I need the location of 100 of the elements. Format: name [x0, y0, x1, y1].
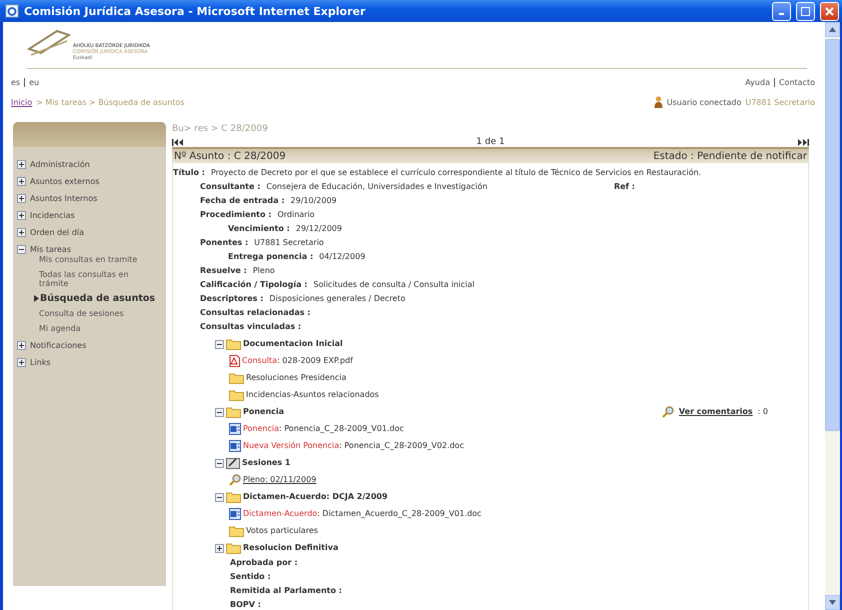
field-label: Sentido :	[230, 572, 271, 582]
breadcrumb-home-link[interactable]: Inicio	[11, 98, 32, 106]
word-document-icon	[229, 508, 241, 520]
folder-label[interactable]: Dictamen-Acuerdo: DCJA 2/2009	[243, 491, 388, 503]
sidebar-item[interactable]: Asuntos Internos	[30, 194, 98, 203]
folder-icon	[229, 372, 244, 384]
expand-icon[interactable]	[17, 341, 26, 350]
comments-count: : 0	[758, 406, 768, 418]
sidebar-subitem[interactable]: Búsqueda de asuntos	[40, 294, 156, 303]
field-value: 29/12/2009	[296, 224, 342, 234]
folder-label[interactable]: Sesiones 1	[242, 457, 290, 469]
first-page-icon[interactable]	[172, 138, 184, 146]
field-label: Consultas relacionadas :	[200, 308, 310, 318]
user-label: Usuario conectado	[666, 98, 742, 106]
sidebar-item[interactable]: Notificaciones	[30, 341, 86, 350]
file-link[interactable]: Ponencia: Ponencia_C_28-2009_V01.doc	[243, 423, 404, 435]
field-value: 29/10/2009	[290, 196, 337, 206]
field-label: Título :	[173, 168, 205, 178]
minimize-button[interactable]	[772, 2, 791, 20]
field-label: Vencimiento :	[228, 224, 290, 234]
page-indicator: 1 de 1	[476, 137, 505, 147]
field-label: Calificación / Tipología :	[200, 280, 308, 290]
field-label: Entrega ponencia :	[228, 252, 314, 262]
scrollbar[interactable]	[825, 22, 840, 610]
search-icon	[662, 406, 674, 418]
file-link[interactable]: Nueva Versión Ponencia: Ponencia_C_28-2009_V02.doc	[243, 440, 464, 452]
sidebar-item[interactable]: Orden del día	[30, 228, 84, 237]
collapse-icon[interactable]	[215, 458, 224, 468]
language-link[interactable]: es	[11, 78, 20, 87]
folder-icon	[226, 406, 241, 418]
folder-label[interactable]: Votos particulares	[246, 525, 318, 537]
session-link[interactable]: Pleno: 02/11/2009	[243, 474, 316, 486]
case-number: Nº Asunto : C 28/2009	[174, 150, 286, 162]
folder-icon	[229, 389, 244, 401]
sidebar-subitem[interactable]: Consulta de sesiones	[39, 309, 124, 318]
expand-icon[interactable]	[17, 228, 26, 237]
collapse-icon[interactable]	[215, 408, 224, 416]
folder-icon	[226, 542, 241, 554]
field-label: Consultante :	[200, 182, 260, 192]
language-link[interactable]: eu	[29, 78, 40, 87]
close-button[interactable]	[820, 2, 839, 20]
sidebar-item[interactable]: Administración	[30, 160, 90, 169]
folder-label[interactable]: Resolucion Definitiva	[243, 542, 338, 554]
up-arrow-icon	[829, 27, 836, 32]
folder-label[interactable]: Resoluciones Presidencia	[246, 372, 346, 384]
sidebar-item[interactable]: Mis tareas	[30, 245, 71, 254]
sidebar-item[interactable]: Incidencias	[30, 211, 75, 220]
field-value: Consejera de Educación, Universidades e Investigación	[266, 182, 488, 192]
field-label: Ponentes :	[200, 238, 248, 248]
scroll-thumb[interactable]	[825, 39, 840, 431]
maximize-icon	[801, 6, 810, 16]
case-status: Estado : Pendiente de notificar	[653, 150, 807, 162]
sidebar-item[interactable]: Links	[30, 358, 51, 367]
folder-label[interactable]: Incidencias-Asuntos relacionados	[246, 389, 379, 401]
scroll-down-button[interactable]	[825, 595, 840, 610]
folder-icon	[226, 338, 241, 350]
field-value: 04/12/2009	[319, 252, 366, 262]
field-value: Pleno	[252, 266, 275, 276]
close-icon	[825, 6, 834, 16]
collapse-icon[interactable]	[17, 245, 26, 254]
collapse-icon[interactable]	[215, 340, 224, 348]
record-path: Bu> res > C 28/2009	[172, 123, 269, 134]
field-value: Ordinario	[277, 210, 315, 220]
field-label: Consultas vinculadas :	[200, 322, 302, 332]
scroll-up-button[interactable]	[825, 22, 840, 37]
user-name: U7881 Secretario	[745, 98, 815, 106]
user-icon	[654, 96, 663, 108]
sidebar-subitem[interactable]: Mis consultas en tramite	[39, 255, 138, 264]
folder-label[interactable]: Ponencia	[243, 406, 284, 418]
field-label: Resuelve :	[200, 266, 247, 276]
breadcrumb-text: > Mis tareas > Búsqueda de asuntos	[36, 98, 184, 106]
word-document-icon	[229, 440, 241, 452]
word-document-icon	[229, 423, 241, 435]
expand-icon[interactable]	[215, 544, 224, 552]
folder-icon	[226, 491, 241, 503]
expand-icon[interactable]	[17, 358, 26, 367]
field-value: Disposiciones generales / Decreto	[269, 294, 406, 304]
header-link[interactable]: Contacto	[778, 78, 815, 87]
folder-label[interactable]: Documentacion Inicial	[243, 338, 343, 350]
expand-icon[interactable]	[17, 160, 26, 169]
sidebar-subitem[interactable]: Mi agenda	[39, 324, 81, 333]
search-icon	[229, 474, 241, 486]
pdf-file-icon	[229, 355, 240, 367]
file-link[interactable]: Consulta: 028-2009 EXP.pdf	[242, 355, 353, 367]
field-value: Solicitudes de consulta / Consulta inicial	[314, 280, 475, 290]
comments-link[interactable]: Ver comentarios	[678, 406, 753, 418]
last-page-icon[interactable]	[797, 138, 809, 146]
collapse-icon[interactable]	[215, 492, 224, 502]
expand-icon[interactable]	[17, 177, 26, 186]
folder-icon	[229, 525, 244, 537]
field-label: BOPV :	[230, 600, 261, 610]
sidebar-subitem[interactable]: Todas las consultas en trámite	[39, 270, 159, 288]
field-label: Aprobada por :	[230, 558, 298, 568]
file-link[interactable]: Dictamen-Acuerdo: Dictamen_Acuerdo_C_28-2009_V01.doc	[243, 508, 482, 520]
expand-icon[interactable]	[17, 211, 26, 220]
expand-icon[interactable]	[17, 194, 26, 203]
field-label: Fecha de entrada :	[200, 196, 285, 206]
sidebar-item[interactable]: Asuntos externos	[30, 177, 100, 186]
header-link[interactable]: Ayuda	[745, 78, 770, 87]
maximize-button[interactable]	[796, 2, 815, 20]
